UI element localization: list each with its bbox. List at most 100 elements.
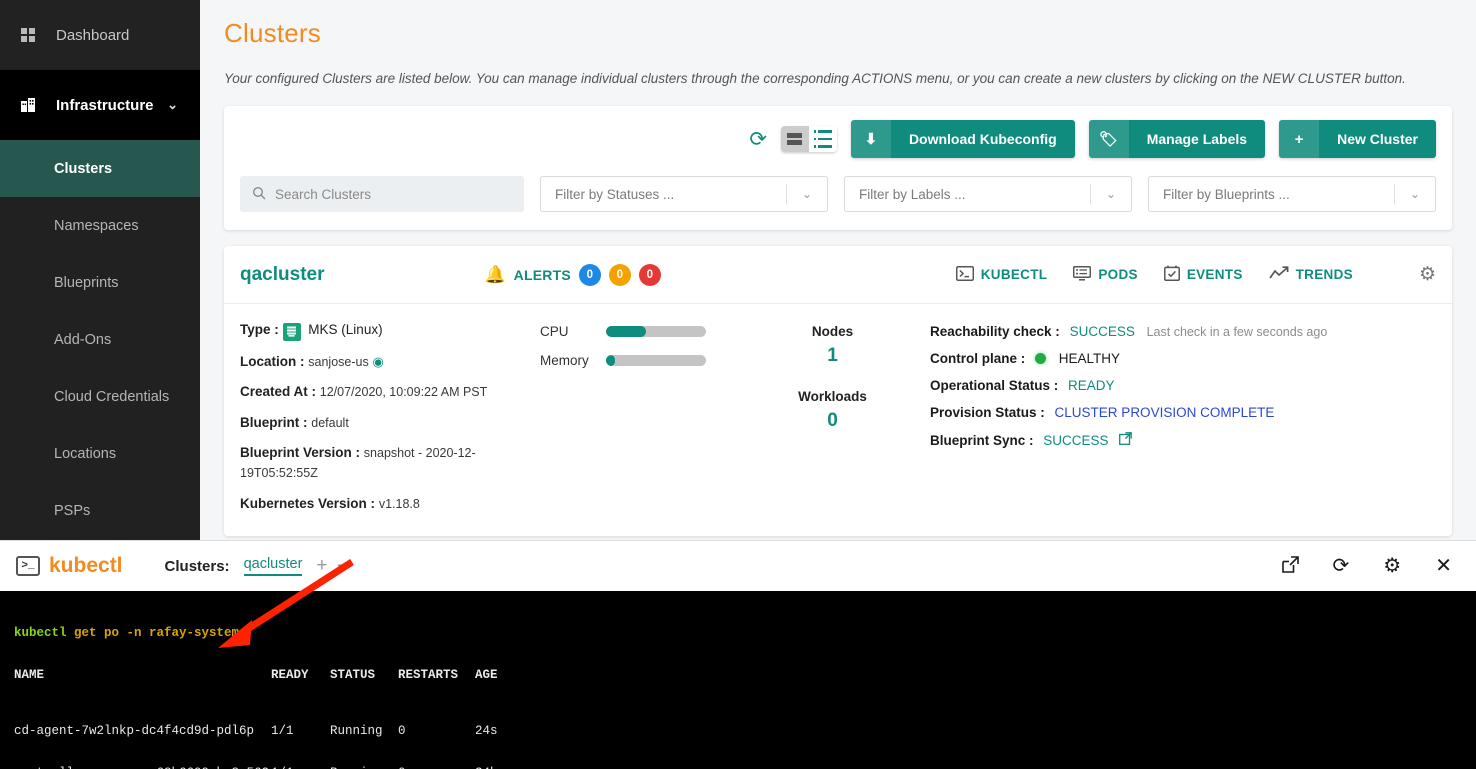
- status-key: Reachability check :: [930, 324, 1060, 339]
- sidebar-sub-label: Locations: [54, 445, 117, 462]
- kubectl-panel-header: >_ kubectl Clusters: qacluster + ▾ ⟳ ⚙ ✕: [0, 541, 1476, 591]
- health-dot-icon: [1035, 353, 1047, 364]
- action-events[interactable]: EVENTS: [1163, 265, 1243, 284]
- cluster-card: qacluster 🔔 ALERTS 0 0 0 KUBECTL PODS EV…: [224, 246, 1452, 537]
- status-badge[interactable]: 0: [638, 263, 661, 286]
- memory-meter-bar: [606, 355, 706, 366]
- sidebar-item-psps[interactable]: PSPs: [0, 482, 200, 539]
- chevron-down-icon[interactable]: ⌄: [1091, 187, 1131, 201]
- cluster-name[interactable]: qacluster: [240, 264, 324, 286]
- search-input-placeholder: Search Clusters: [275, 186, 372, 202]
- filter-labels-select[interactable]: Filter by Labels ... ⌄: [844, 176, 1132, 212]
- trend-line-icon: [1268, 266, 1289, 283]
- column-header-ready: READY: [271, 668, 309, 682]
- cell-status: Running: [330, 724, 383, 738]
- action-trends[interactable]: TRENDS: [1268, 266, 1353, 283]
- sidebar-item-add-ons[interactable]: Add-Ons: [0, 311, 200, 368]
- select-value: Filter by Labels ...: [859, 186, 966, 202]
- sidebar-item-cloud-credentials[interactable]: Cloud Credentials: [0, 368, 200, 425]
- status-control-plane: Control plane : HEALTHY: [930, 351, 1436, 366]
- action-kubectl[interactable]: KUBECTL: [955, 265, 1048, 284]
- filter-panel: ⟳ ⬇ Download Kubeconfig 🏷 Manage Labels …: [224, 106, 1452, 230]
- filters-row: Search Clusters Filter by Statuses ... ⌄…: [240, 176, 1436, 212]
- card-view-icon[interactable]: [780, 126, 809, 152]
- status-reachability: Reachability check : SUCCESS Last check …: [930, 324, 1436, 339]
- new-cluster-button[interactable]: + New Cluster: [1279, 120, 1436, 158]
- refresh-icon[interactable]: ⟳: [749, 129, 767, 150]
- page-description: Your configured Clusters are listed belo…: [224, 71, 1406, 86]
- toolbar: ⟳ ⬇ Download Kubeconfig 🏷 Manage Labels …: [240, 120, 1436, 158]
- status-badge[interactable]: 0: [608, 263, 631, 286]
- detail-value: sanjose-us: [308, 354, 369, 369]
- search-clusters-field[interactable]: Search Clusters: [240, 176, 524, 212]
- tab-qacluster[interactable]: qacluster: [243, 556, 303, 576]
- sidebar: Dashboard Infrastructure ⌄ Clusters Name…: [0, 0, 200, 540]
- detail-value: MKS (Linux): [308, 322, 383, 337]
- detail-location: Location : sanjose-us ◉: [240, 352, 540, 372]
- download-kubeconfig-button[interactable]: ⬇ Download Kubeconfig: [850, 120, 1075, 158]
- chevron-down-icon[interactable]: ⌄: [787, 187, 827, 201]
- status-value: READY: [1068, 378, 1115, 393]
- sidebar-item-dashboard[interactable]: Dashboard: [0, 0, 200, 70]
- popout-icon[interactable]: [1281, 556, 1299, 576]
- status-value[interactable]: CLUSTER PROVISION COMPLETE: [1055, 405, 1275, 420]
- sidebar-item-label: Dashboard: [56, 26, 130, 44]
- sidebar-sub-label: Clusters: [54, 160, 113, 177]
- refresh-icon[interactable]: ⟳: [1333, 556, 1350, 576]
- mks-type-icon: [282, 322, 301, 341]
- chevron-down-icon[interactable]: ⌄: [1395, 187, 1435, 201]
- meter-cpu: CPU: [540, 324, 755, 339]
- external-link-icon[interactable]: [1119, 432, 1133, 448]
- close-icon[interactable]: ✕: [1435, 556, 1452, 576]
- gear-icon[interactable]: ⚙: [1419, 263, 1436, 286]
- status-note: Last check in a few seconds ago: [1146, 325, 1328, 339]
- detail-key: Type :: [240, 322, 279, 337]
- building-icon: [0, 97, 56, 113]
- select-value: Filter by Statuses ...: [555, 186, 675, 202]
- sidebar-item-blueprints[interactable]: Blueprints: [0, 254, 200, 311]
- gear-icon[interactable]: ⚙: [1383, 556, 1401, 576]
- detail-blueprint: Blueprint : default: [240, 413, 540, 433]
- target-icon[interactable]: ◉: [372, 354, 383, 369]
- detail-created-at: Created At : 12/07/2020, 10:09:22 AM PST: [240, 382, 540, 402]
- terminal-output[interactable]: kubectl get po -n rafay-system NAME READY…: [0, 591, 1476, 769]
- add-tab-icon[interactable]: +: [316, 555, 327, 577]
- counter-label: Workloads: [798, 389, 867, 404]
- column-header-restarts: RESTARTS: [398, 668, 459, 682]
- meter-memory: Memory: [540, 353, 755, 368]
- clusters-page: Dashboard Infrastructure ⌄ Clusters Name…: [0, 0, 1476, 769]
- action-pods[interactable]: PODS: [1073, 265, 1138, 284]
- counter-value: 0: [827, 410, 838, 431]
- chevron-down-icon[interactable]: ⌄: [167, 97, 178, 113]
- cell-name: cd-agent-7w2lnkp-dc4f4cd9d-pdl6p: [14, 724, 255, 738]
- sidebar-item-infrastructure[interactable]: Infrastructure ⌄: [0, 70, 200, 140]
- terminal-command-line: kubectl get po -n rafay-system: [14, 626, 1476, 640]
- cell-age: 24s: [475, 724, 498, 738]
- filter-statuses-select[interactable]: Filter by Statuses ... ⌄: [540, 176, 828, 212]
- list-view-icon[interactable]: [808, 126, 837, 152]
- action-label: TRENDS: [1295, 267, 1353, 282]
- status-blueprint-sync: Blueprint Sync : SUCCESS: [930, 432, 1436, 448]
- select-value: Filter by Blueprints ...: [1163, 186, 1290, 202]
- sidebar-item-clusters[interactable]: Clusters: [0, 140, 200, 197]
- counter-label: Nodes: [811, 324, 854, 339]
- terminal-header-row: NAME READY STATUS RESTARTS AGE: [14, 668, 1476, 682]
- bell-icon: 🔔: [484, 264, 506, 284]
- detail-key: Created At :: [240, 384, 317, 400]
- detail-blueprint-version: Blueprint Version : snapshot - 2020-12-1…: [240, 443, 540, 482]
- alerts-label: ALERTS: [513, 266, 571, 283]
- chevron-down-icon[interactable]: ▾: [338, 560, 344, 573]
- status-key: Operational Status :: [930, 378, 1059, 393]
- sidebar-item-namespaces[interactable]: Namespaces: [0, 197, 200, 254]
- sidebar-item-locations[interactable]: Locations: [0, 425, 200, 482]
- action-label: PODS: [1098, 267, 1138, 282]
- main-content: Clusters Your configured Clusters are li…: [200, 0, 1476, 540]
- button-label: New Cluster: [1337, 131, 1418, 147]
- status-key: Control plane :: [930, 351, 1026, 366]
- manage-labels-button[interactable]: 🏷 Manage Labels: [1088, 120, 1266, 158]
- alerts-group: 🔔 ALERTS 0 0 0: [484, 263, 661, 286]
- filter-blueprints-select[interactable]: Filter by Blueprints ... ⌄: [1148, 176, 1436, 212]
- cell-ready: 1/1: [271, 724, 294, 738]
- meter-label: Memory: [540, 353, 589, 368]
- status-badge[interactable]: 0: [578, 263, 601, 286]
